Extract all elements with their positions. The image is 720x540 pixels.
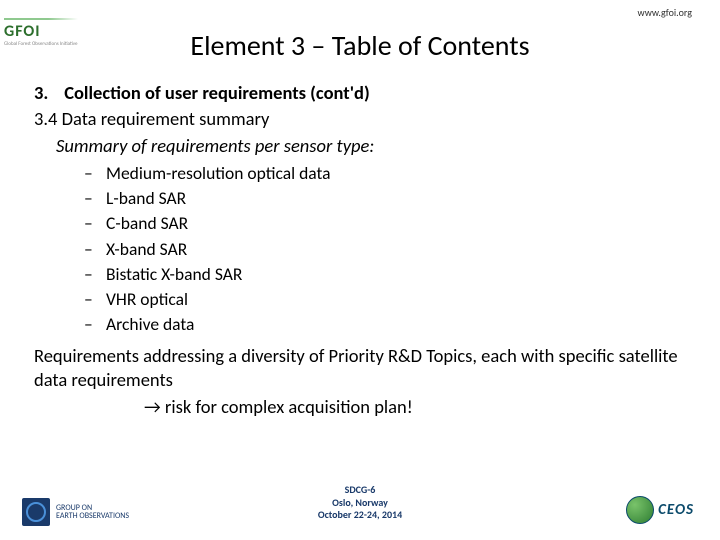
gfoi-logo: GFOI Global Forest Observations Initiati… <box>4 18 78 48</box>
summary-line: Summary of requirements per sensor type: <box>56 134 690 158</box>
list-item-label: VHR optical <box>106 288 188 311</box>
list-item-label: Bistatic X-band SAR <box>106 263 242 286</box>
subsection-heading: Data requirement summary <box>62 107 270 130</box>
url-label: www.gfoi.org <box>638 6 693 19</box>
list-item: –VHR optical <box>84 288 690 311</box>
geo-logo: GROUP ON EARTH OBSERVATIONS <box>22 498 129 526</box>
page-title: Element 3 – Table of Contents <box>30 28 690 63</box>
gfoi-logo-text: GFOI <box>4 22 78 41</box>
list-item: –X-band SAR <box>84 238 690 261</box>
slide: www.gfoi.org GFOI Global Forest Observat… <box>0 0 720 540</box>
section-heading: 3. Collection of user requirements (cont… <box>34 81 690 105</box>
list-item-label: X-band SAR <box>106 238 187 261</box>
ceos-text: CEOS <box>658 501 694 519</box>
footer-line1: SDCG-6 <box>0 484 720 497</box>
risk-line: → risk for complex acquisition plan! <box>144 395 690 419</box>
closing-paragraph: Requirements addressing a diversity of P… <box>34 344 690 393</box>
ceos-logo: CEOS <box>626 496 694 524</box>
list-item-label: Medium-resolution optical data <box>106 162 331 185</box>
list-item-label: L-band SAR <box>106 187 186 210</box>
sensor-list: –Medium-resolution optical data – L-band… <box>84 162 690 336</box>
globe-icon <box>626 496 654 524</box>
section-number: 3. <box>34 81 60 105</box>
list-item-label: C-band SAR <box>106 212 188 235</box>
geo-logo-line2: EARTH OBSERVATIONS <box>56 512 129 520</box>
body: 3. Collection of user requirements (cont… <box>30 81 690 419</box>
list-item: – L-band SAR <box>84 187 690 210</box>
subsection-number: 3.4 <box>34 107 57 130</box>
geo-logo-icon <box>22 498 50 526</box>
gfoi-logo-subtitle: Global Forest Observations Initiative <box>4 41 78 47</box>
list-item-label: Archive data <box>106 313 194 336</box>
subsection-line: 3.4 Data requirement summary <box>34 107 690 131</box>
section-heading-text: Collection of user requirements (cont'd) <box>64 81 370 104</box>
list-item: –C-band SAR <box>84 212 690 235</box>
list-item: –Medium-resolution optical data <box>84 162 690 185</box>
list-item: –Archive data <box>84 313 690 336</box>
list-item: –Bistatic X-band SAR <box>84 263 690 286</box>
footer: GROUP ON EARTH OBSERVATIONS SDCG-6 Oslo,… <box>0 484 720 534</box>
